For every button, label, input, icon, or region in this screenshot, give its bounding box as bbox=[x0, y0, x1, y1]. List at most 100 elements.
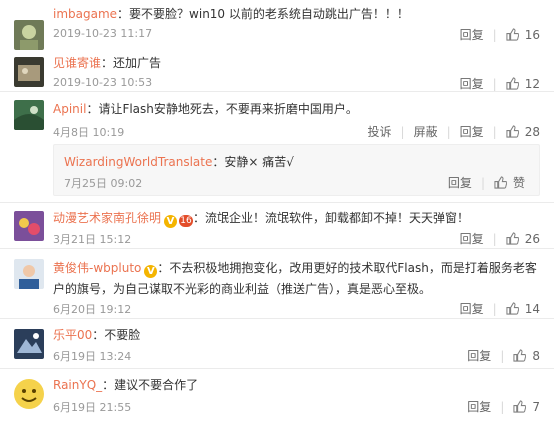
reply-button[interactable]: 回复 bbox=[467, 347, 491, 364]
comment-item: 动漫艺术家南孔徐明 V 16：流氓企业！流氓软件，卸载都卸不掉！天天弹窗！ 3月21… bbox=[0, 202, 554, 249]
report-button[interactable]: 投诉 bbox=[368, 123, 392, 140]
sub-reply-box: WizardingWorldTranslate：安静× 痛苦√ 7月25日 09… bbox=[53, 144, 540, 196]
like-button[interactable]: 8 bbox=[513, 349, 540, 363]
like-button[interactable]: 7 bbox=[513, 400, 540, 414]
comment-body: 乐平00：不要脸 bbox=[53, 327, 546, 343]
avatar[interactable] bbox=[14, 259, 44, 289]
reply-button[interactable]: 回复 bbox=[460, 26, 484, 43]
reply-button[interactable]: 回复 bbox=[460, 300, 484, 317]
comment-actions: 回复 | 14 bbox=[460, 300, 540, 317]
comment-body: 见谁寄谁：还加广告 bbox=[53, 55, 546, 71]
avatar[interactable] bbox=[14, 211, 44, 241]
comment-item: Apinil：请让Flash安静地死去，不要再来折磨中国用户。 4月8日 10:… bbox=[0, 91, 554, 203]
comment-body: RainYQ_：建议不要合作了 bbox=[53, 377, 546, 393]
divider: | bbox=[480, 175, 485, 190]
like-button[interactable]: 赞 bbox=[494, 174, 525, 191]
like-count: 28 bbox=[524, 124, 540, 139]
comment-text: ：要不要脸？win10 以前的老系统自动跳出广告！！！ bbox=[117, 7, 409, 21]
verified-badge: V bbox=[144, 265, 158, 278]
comment-actions: 回复 | 8 bbox=[467, 347, 540, 364]
username-link[interactable]: imbagame bbox=[53, 7, 117, 21]
comment-text: ：请让Flash安静地死去，不要再来折磨中国用户。 bbox=[86, 102, 358, 116]
avatar[interactable] bbox=[14, 100, 44, 130]
divider: | bbox=[492, 231, 497, 246]
comment-time: 6月19日 13:24 bbox=[53, 350, 132, 363]
like-button[interactable]: 12 bbox=[506, 77, 540, 91]
sub-reply-body: WizardingWorldTranslate：安静× 痛苦√ bbox=[64, 154, 531, 170]
avatar[interactable] bbox=[14, 329, 44, 359]
username-link[interactable]: 黄俊伟-wbpluto bbox=[53, 261, 141, 275]
comment-item: 乐平00：不要脸 6月19日 13:24 回复 | 8 bbox=[0, 318, 554, 369]
like-button[interactable]: 28 bbox=[506, 125, 540, 139]
comment-body: 动漫艺术家南孔徐明 V 16：流氓企业！流氓软件，卸载都卸不掉！天天弹窗！ bbox=[53, 210, 546, 228]
like-button[interactable]: 16 bbox=[506, 28, 540, 42]
comment-body: Apinil：请让Flash安静地死去，不要再来折磨中国用户。 bbox=[53, 101, 546, 117]
divider: | bbox=[400, 124, 405, 139]
like-count: 8 bbox=[532, 348, 540, 363]
username-link[interactable]: 见谁寄谁 bbox=[53, 56, 101, 70]
like-count: 14 bbox=[524, 301, 540, 316]
comment-text: ：安静× 痛苦√ bbox=[212, 155, 294, 169]
comment-time: 2019-10-23 11:17 bbox=[53, 27, 153, 40]
avatar[interactable] bbox=[14, 20, 44, 50]
thumbs-up-icon bbox=[506, 125, 519, 138]
divider: | bbox=[492, 27, 497, 42]
comment-time: 6月19日 21:55 bbox=[53, 401, 132, 414]
thumbs-up-icon bbox=[506, 302, 519, 315]
block-button[interactable]: 屏蔽 bbox=[414, 123, 438, 140]
thumbs-up-icon bbox=[513, 349, 527, 362]
comment-list: imbagame：要不要脸？win10 以前的老系统自动跳出广告！！！ 2019… bbox=[0, 0, 554, 424]
divider: | bbox=[492, 76, 497, 91]
username-link[interactable]: WizardingWorldTranslate bbox=[64, 155, 212, 169]
comment-time: 4月8日 10:19 bbox=[53, 126, 125, 139]
like-button[interactable]: 14 bbox=[506, 302, 540, 316]
divider: | bbox=[500, 348, 505, 363]
comment-actions: 回复 | 赞 bbox=[448, 174, 525, 191]
like-label: 赞 bbox=[512, 176, 525, 190]
like-button[interactable]: 26 bbox=[506, 232, 540, 246]
comment-text: ：建议不要合作了 bbox=[102, 378, 199, 392]
comment-actions: 投诉 | 屏蔽 | 回复 | 28 bbox=[368, 123, 540, 140]
divider: | bbox=[492, 301, 497, 316]
comment-text: ：不要脸 bbox=[92, 328, 141, 342]
comment-actions: 回复 | 7 bbox=[467, 398, 540, 415]
like-count: 12 bbox=[524, 76, 540, 91]
reply-button[interactable]: 回复 bbox=[460, 230, 484, 247]
username-link[interactable]: 动漫艺术家南孔徐明 bbox=[53, 211, 161, 225]
username-link[interactable]: Apinil bbox=[53, 102, 86, 116]
comment-actions: 回复 | 12 bbox=[460, 75, 540, 92]
comment-item: 黄俊伟-wbpluto V ：不去积极地拥抱变化，改用更好的技术取代Flash，而是… bbox=[0, 248, 554, 319]
verified-badge: V bbox=[164, 215, 178, 228]
comment-time: 3月21日 15:12 bbox=[53, 233, 132, 246]
avatar[interactable] bbox=[14, 379, 44, 409]
divider: | bbox=[446, 124, 451, 139]
username-link[interactable]: RainYQ_ bbox=[53, 378, 102, 392]
rank-badge: 16 bbox=[179, 215, 194, 227]
like-count: 16 bbox=[524, 27, 540, 42]
comment-time: 2019-10-23 10:53 bbox=[53, 76, 153, 89]
comment-time: 7月25日 09:02 bbox=[64, 177, 143, 190]
reply-button[interactable]: 回复 bbox=[467, 398, 491, 415]
comment-actions: 回复 | 16 bbox=[460, 26, 540, 43]
comment-actions: 回复 | 26 bbox=[460, 230, 540, 247]
thumbs-up-icon bbox=[506, 232, 519, 245]
comment-body: 黄俊伟-wbpluto V ：不去积极地拥抱变化，改用更好的技术取代Flash，而是… bbox=[53, 258, 542, 300]
comment-time: 6月20日 19:12 bbox=[53, 303, 132, 316]
thumbs-up-icon bbox=[513, 400, 527, 413]
reply-button[interactable]: 回复 bbox=[448, 174, 472, 191]
thumbs-up-icon bbox=[506, 28, 519, 41]
comment-body: imbagame：要不要脸？win10 以前的老系统自动跳出广告！！！ bbox=[53, 6, 546, 22]
avatar[interactable] bbox=[14, 57, 44, 87]
like-count: 26 bbox=[524, 231, 540, 246]
reply-button[interactable]: 回复 bbox=[460, 123, 484, 140]
comment-text: ：还加广告 bbox=[101, 56, 162, 70]
username-link[interactable]: 乐平00 bbox=[53, 328, 92, 342]
comment-item: 见谁寄谁：还加广告 2019-10-23 10:53 回复 | 12 bbox=[0, 48, 554, 92]
thumbs-up-icon bbox=[506, 77, 519, 90]
comment-text: ：流氓企业！流氓软件，卸载都卸不掉！天天弹窗！ bbox=[193, 211, 470, 225]
reply-button[interactable]: 回复 bbox=[460, 75, 484, 92]
comment-item: RainYQ_：建议不要合作了 6月19日 21:55 回复 | 7 bbox=[0, 368, 554, 424]
divider: | bbox=[500, 399, 505, 414]
like-count: 7 bbox=[532, 399, 540, 414]
thumbs-up-icon bbox=[494, 176, 507, 189]
